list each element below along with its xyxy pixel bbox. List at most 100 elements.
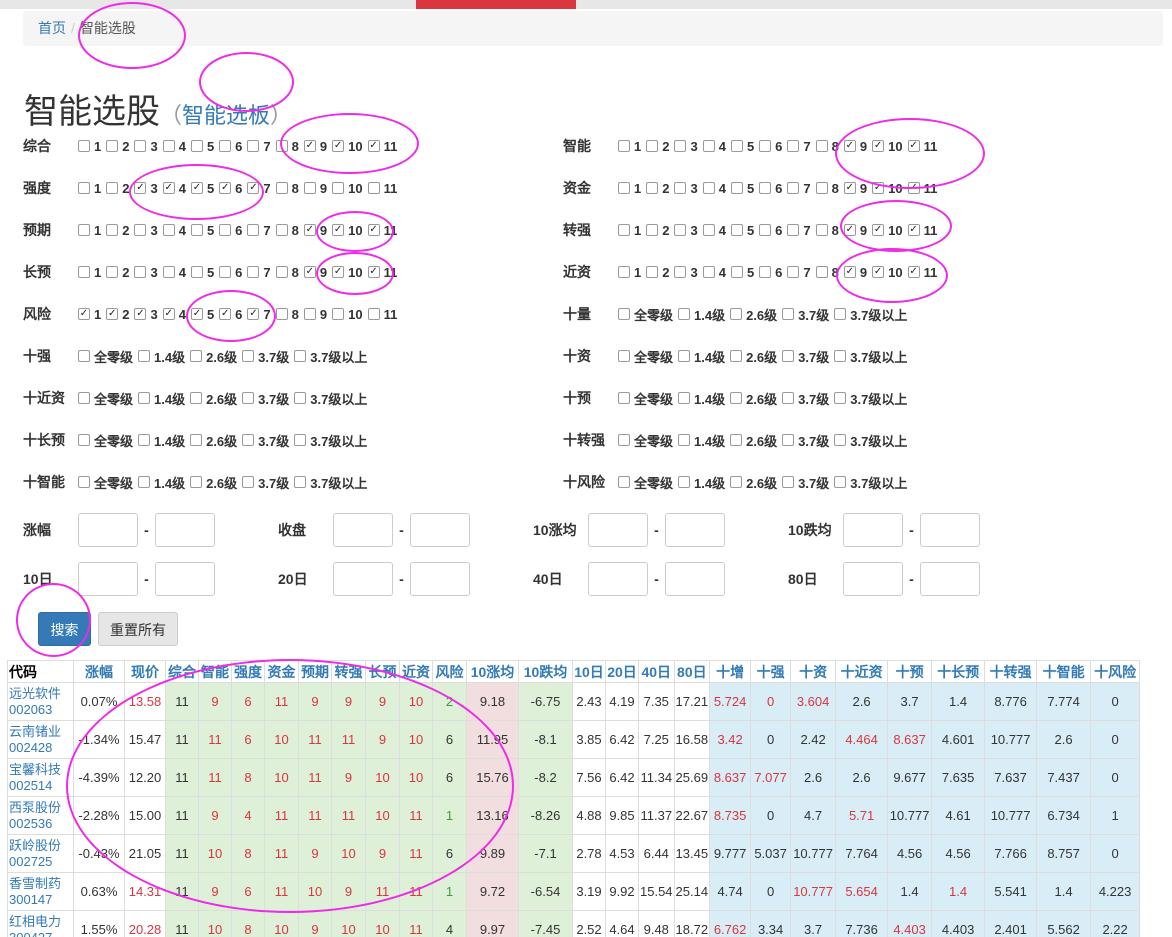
filter-option[interactable]: 4	[162, 139, 189, 154]
filter-option[interactable]: 9	[303, 307, 330, 322]
filter-checkbox[interactable]	[332, 182, 345, 194]
filter-option[interactable]: 6	[759, 265, 785, 280]
filter-checkbox[interactable]	[872, 266, 885, 278]
filter-option[interactable]: 全零级	[618, 389, 676, 408]
filter-checkbox[interactable]	[78, 140, 90, 152]
filter-option[interactable]: 1	[78, 307, 104, 322]
filter-checkbox[interactable]	[367, 266, 380, 278]
filter-option[interactable]: 4	[702, 139, 729, 154]
filter-option[interactable]: 1.4级	[678, 431, 728, 450]
column-header[interactable]: 转强	[331, 660, 366, 683]
filter-checkbox[interactable]	[843, 224, 856, 236]
filter-checkbox[interactable]	[782, 350, 795, 362]
filter-checkbox[interactable]	[843, 266, 856, 278]
filter-checkbox[interactable]	[275, 266, 288, 278]
filter-option[interactable]: 8	[815, 139, 842, 154]
filter-option[interactable]: 3	[134, 223, 160, 238]
filter-checkbox[interactable]	[190, 224, 203, 236]
filter-checkbox[interactable]	[242, 392, 255, 404]
filter-option[interactable]: 8	[815, 223, 842, 238]
filter-option[interactable]: 3	[674, 139, 700, 154]
filter-option[interactable]: 9	[843, 139, 870, 154]
filter-option[interactable]: 3.7级	[782, 473, 832, 492]
filter-checkbox[interactable]	[162, 308, 175, 320]
filter-option[interactable]: 10	[872, 139, 905, 154]
filter-option[interactable]: 10	[332, 307, 365, 322]
stock-name-link[interactable]: 跃岭股份	[9, 838, 72, 854]
column-header[interactable]: 资金	[264, 660, 299, 683]
range-max-input[interactable]	[920, 513, 980, 547]
filter-checkbox[interactable]	[294, 350, 307, 362]
filter-option[interactable]: 4	[162, 223, 189, 238]
filter-option[interactable]: 3.7级以上	[834, 305, 910, 324]
filter-option[interactable]: 5	[190, 139, 217, 154]
filter-option[interactable]: 1.4级	[678, 347, 728, 366]
filter-option[interactable]: 10	[872, 265, 905, 280]
filter-checkbox[interactable]	[242, 350, 255, 362]
filter-checkbox[interactable]	[678, 392, 691, 404]
filter-checkbox[interactable]	[872, 140, 885, 152]
filter-checkbox[interactable]	[303, 308, 316, 320]
stock-code-cell[interactable]: 香雪制药 300147	[7, 872, 74, 911]
filter-checkbox[interactable]	[138, 392, 151, 404]
filter-option[interactable]: 3	[674, 181, 700, 196]
filter-option[interactable]: 2	[106, 265, 132, 280]
filter-checkbox[interactable]	[332, 266, 345, 278]
range-max-input[interactable]	[920, 562, 980, 596]
stock-code-cell[interactable]: 红相电力 300427	[7, 910, 74, 937]
filter-option[interactable]: 6	[219, 139, 245, 154]
filter-checkbox[interactable]	[78, 182, 90, 194]
filter-option[interactable]: 6	[759, 181, 785, 196]
table-row[interactable]: 跃岭股份 002725 -0.43% 21.05 11 10 8 11 9 10 9 11 6 9.89-…	[7, 834, 1141, 873]
column-header[interactable]: 80日	[673, 660, 711, 683]
table-row[interactable]: 红相电力 300427 1.55% 20.28 11 10 8 10 9 10 10 11 4 9.97-…	[7, 910, 1141, 937]
filter-checkbox[interactable]	[78, 392, 90, 404]
filter-checkbox[interactable]	[618, 266, 630, 278]
filter-option[interactable]: 6	[219, 181, 245, 196]
filter-option[interactable]: 4	[702, 265, 729, 280]
filter-option[interactable]: 8	[815, 181, 842, 196]
filter-checkbox[interactable]	[618, 392, 630, 404]
filter-checkbox[interactable]	[78, 266, 90, 278]
filter-checkbox[interactable]	[190, 266, 203, 278]
filter-option[interactable]: 7	[787, 223, 813, 238]
filter-checkbox[interactable]	[190, 350, 203, 362]
filter-checkbox[interactable]	[678, 350, 691, 362]
column-header[interactable]: 综合	[165, 660, 199, 683]
stock-code-link[interactable]: 300147	[9, 892, 72, 908]
filter-option[interactable]: 3.7级以上	[834, 389, 910, 408]
column-header[interactable]: 近资	[399, 660, 433, 683]
filter-option[interactable]: 5	[730, 139, 757, 154]
filter-option[interactable]: 全零级	[618, 305, 676, 324]
filter-checkbox[interactable]	[275, 308, 288, 320]
filter-checkbox[interactable]	[702, 182, 715, 194]
search-button[interactable]: 搜索	[38, 612, 91, 646]
filter-checkbox[interactable]	[275, 182, 288, 194]
filter-checkbox[interactable]	[294, 434, 307, 446]
filter-option[interactable]: 7	[787, 265, 813, 280]
filter-checkbox[interactable]	[219, 224, 232, 236]
filter-checkbox[interactable]	[702, 140, 715, 152]
filter-option[interactable]: 2.6级	[730, 431, 780, 450]
filter-checkbox[interactable]	[247, 224, 260, 236]
filter-checkbox[interactable]	[730, 140, 743, 152]
filter-checkbox[interactable]	[367, 182, 380, 194]
filter-option[interactable]: 3.7级	[782, 305, 832, 324]
filter-option[interactable]: 4	[162, 265, 189, 280]
filter-checkbox[interactable]	[190, 140, 203, 152]
filter-checkbox[interactable]	[618, 224, 630, 236]
filter-option[interactable]: 1	[618, 265, 644, 280]
filter-checkbox[interactable]	[367, 140, 380, 152]
filter-checkbox[interactable]	[787, 140, 800, 152]
filter-option[interactable]: 11	[367, 265, 401, 280]
range-min-input[interactable]	[333, 513, 393, 547]
filter-checkbox[interactable]	[730, 434, 743, 446]
filter-option[interactable]: 10	[332, 139, 365, 154]
filter-checkbox[interactable]	[242, 476, 255, 488]
stock-code-link[interactable]: 300427	[9, 930, 72, 937]
range-max-input[interactable]	[665, 562, 725, 596]
range-max-input[interactable]	[665, 513, 725, 547]
filter-checkbox[interactable]	[106, 140, 119, 152]
filter-checkbox[interactable]	[907, 182, 920, 194]
filter-option[interactable]: 5	[730, 223, 757, 238]
